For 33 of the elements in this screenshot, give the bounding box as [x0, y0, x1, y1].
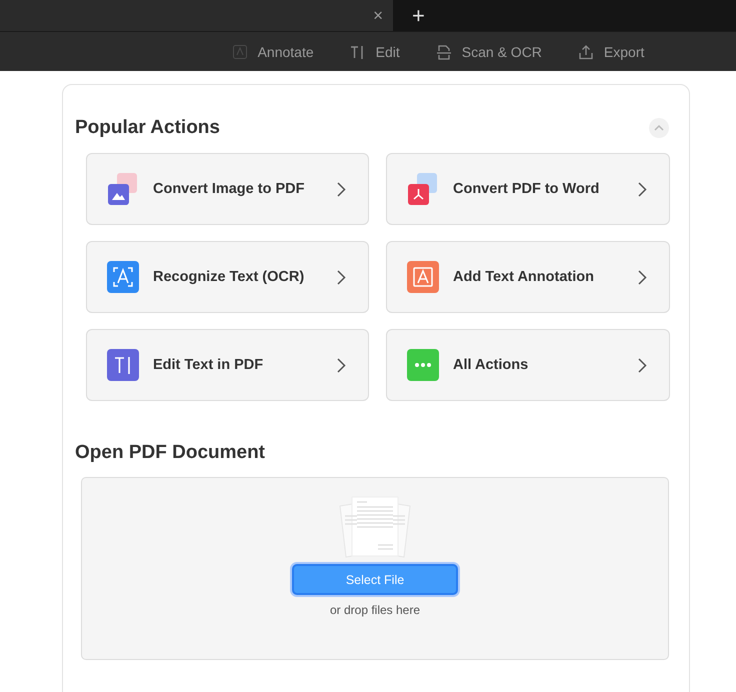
chevron-right-icon [337, 182, 346, 196]
toolbar-button[interactable]: Export [578, 44, 644, 60]
export-icon [578, 44, 594, 60]
drop-zone[interactable]: Select File or drop files here [81, 477, 669, 660]
chevron-right-icon [638, 270, 647, 284]
toolbar-button[interactable]: Scan & OCR [436, 44, 542, 60]
pdf-icon [407, 173, 439, 205]
drop-hint: or drop files here [330, 603, 420, 617]
new-tab-button[interactable]: + [412, 4, 425, 26]
close-tab-button[interactable]: × [373, 6, 383, 26]
action-card[interactable]: Add Text Annotation [386, 241, 670, 313]
text-cursor-icon [107, 349, 139, 381]
annotate-icon [232, 44, 248, 60]
toolbar-button[interactable]: Edit [350, 44, 400, 60]
more-icon [407, 349, 439, 381]
scanner-icon [436, 44, 452, 60]
scan-text-icon [107, 261, 139, 293]
chevron-right-icon [638, 182, 647, 196]
chevron-right-icon [337, 358, 346, 372]
section-title: Popular Actions [75, 117, 220, 139]
action-card[interactable]: Recognize Text (OCR) [86, 241, 369, 313]
text-box-icon [407, 261, 439, 293]
action-card[interactable]: Convert PDF to Word [386, 153, 670, 225]
toolbar-button[interactable]: Annotate [232, 44, 314, 60]
chevron-right-icon [638, 358, 647, 372]
action-card[interactable]: Convert Image to PDF [86, 153, 369, 225]
action-card[interactable]: All Actions [386, 329, 670, 401]
chevron-right-icon [337, 270, 346, 284]
collapse-button[interactable] [649, 118, 669, 138]
section-title: Open PDF Document [75, 442, 266, 464]
browser-tab[interactable]: × [0, 0, 393, 31]
image-icon [107, 173, 139, 205]
action-card[interactable]: Edit Text in PDF [86, 329, 369, 401]
